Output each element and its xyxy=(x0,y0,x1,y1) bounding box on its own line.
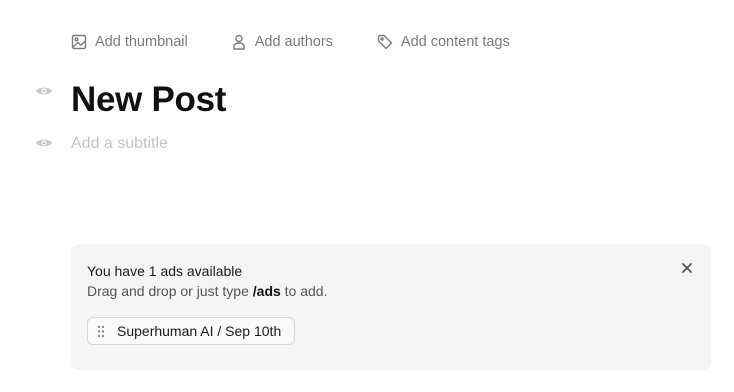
ads-panel-heading: You have 1 ads available xyxy=(87,263,243,279)
ad-item-chip[interactable]: Superhuman AI / Sep 10th xyxy=(87,317,296,345)
subtitle-visibility-toggle[interactable] xyxy=(35,136,53,150)
ads-hint-suffix: to add. xyxy=(284,283,328,299)
post-title[interactable]: New Post xyxy=(71,78,226,122)
tag-icon xyxy=(377,34,393,50)
ads-panel-hint: Drag and drop or just type /ads to add. xyxy=(87,282,328,300)
ad-item-label: Superhuman AI / Sep 10th xyxy=(117,323,282,339)
drag-handle-icon[interactable] xyxy=(97,325,105,338)
add-content-tags-label: Add content tags xyxy=(400,34,510,50)
ads-slash-command: /ads xyxy=(252,283,281,299)
add-content-tags-button[interactable]: Add content tags xyxy=(377,34,510,50)
close-ads-panel-button[interactable] xyxy=(680,261,694,275)
add-authors-label: Add authors xyxy=(254,34,333,50)
ads-hint-prefix: Drag and drop or just type xyxy=(87,283,249,299)
post-subtitle-input[interactable]: Add a subtitle xyxy=(71,134,168,154)
person-icon xyxy=(231,34,247,50)
title-visibility-toggle[interactable] xyxy=(35,84,53,98)
close-icon xyxy=(682,263,692,273)
image-icon xyxy=(71,34,87,50)
post-meta-actions: Add thumbnail Add authors Add content ta… xyxy=(71,33,510,51)
post-editor: Add thumbnail Add authors Add content ta… xyxy=(0,0,734,392)
add-thumbnail-button[interactable]: Add thumbnail xyxy=(71,34,188,50)
eye-icon xyxy=(36,139,52,147)
ads-available-panel: You have 1 ads available Drag and drop o… xyxy=(71,244,711,370)
add-thumbnail-label: Add thumbnail xyxy=(95,34,188,50)
eye-icon xyxy=(36,87,52,95)
add-authors-button[interactable]: Add authors xyxy=(231,34,333,50)
